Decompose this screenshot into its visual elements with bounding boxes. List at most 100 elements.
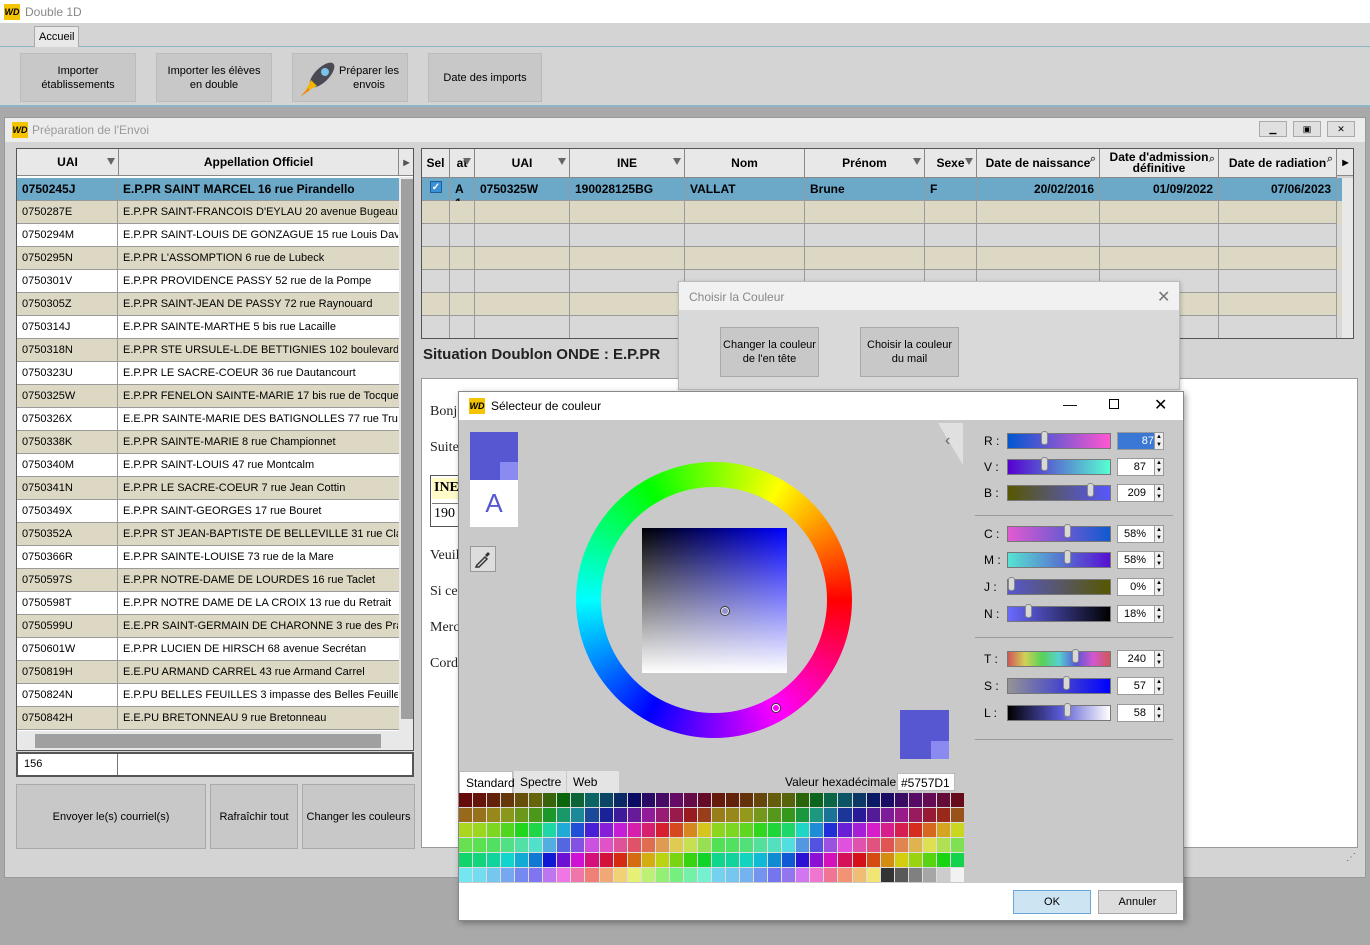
palette-swatch[interactable] <box>880 823 894 837</box>
palette-swatch[interactable] <box>557 823 571 837</box>
table-row[interactable]: 0750599U E.E.PR SAINT-GERMAIN DE CHARONNE… <box>17 615 399 638</box>
vertical-scrollbar[interactable] <box>399 177 413 731</box>
palette-swatch[interactable] <box>852 823 866 837</box>
slider-value-input[interactable]: 58% <box>1117 551 1155 569</box>
col-etat[interactable]: at <box>450 149 475 178</box>
palette-swatch[interactable] <box>501 838 515 852</box>
palette-swatch[interactable] <box>459 808 473 822</box>
tab-spectre[interactable]: Spectre <box>514 771 566 793</box>
palette-swatch[interactable] <box>740 808 754 822</box>
col-sel[interactable]: Sel <box>422 149 450 178</box>
palette-swatch[interactable] <box>838 793 852 807</box>
filter-icon[interactable] <box>673 158 681 165</box>
palette-swatch[interactable] <box>796 868 810 882</box>
palette-swatch[interactable] <box>585 808 599 822</box>
slider-knob[interactable] <box>1008 577 1015 591</box>
palette-swatch[interactable] <box>641 808 655 822</box>
palette-swatch[interactable] <box>529 793 543 807</box>
palette-swatch[interactable] <box>740 853 754 867</box>
spin-arrows-icon[interactable]: ▲ ▼ <box>1154 650 1164 668</box>
change-header-color-button[interactable]: Changer la couleur de l'en tête <box>720 327 819 377</box>
palette-swatch[interactable] <box>768 823 782 837</box>
palette-swatch[interactable] <box>726 793 740 807</box>
palette-swatch[interactable] <box>852 793 866 807</box>
palette-swatch[interactable] <box>711 808 726 822</box>
table-row[interactable]: 0750349X E.P.PR SAINT-GEORGES 17 rue Bour… <box>17 500 399 523</box>
palette-swatch[interactable] <box>669 838 683 852</box>
slider-value-input[interactable]: 57 <box>1117 677 1155 695</box>
close-icon[interactable]: ✕ <box>1327 121 1355 137</box>
refresh-all-button[interactable]: Rafraîchir tout <box>210 784 298 849</box>
slider-knob[interactable] <box>1063 524 1071 538</box>
palette-swatch[interactable] <box>824 793 838 807</box>
palette-swatch[interactable] <box>683 823 697 837</box>
palette-swatch[interactable] <box>754 838 768 852</box>
palette-swatch[interactable] <box>459 838 473 852</box>
hue-cursor[interactable] <box>772 704 780 712</box>
palette-swatch[interactable] <box>894 838 908 852</box>
palette-swatch[interactable] <box>599 808 613 822</box>
palette-swatch[interactable] <box>515 853 529 867</box>
palette-swatch[interactable] <box>782 853 796 867</box>
palette-swatch[interactable] <box>669 823 683 837</box>
palette-swatch[interactable] <box>852 838 866 852</box>
scroll-right-icon[interactable]: ▶ <box>399 149 413 176</box>
spin-arrows-icon[interactable]: ▲ ▼ <box>1154 432 1164 450</box>
palette-swatch[interactable] <box>950 838 964 852</box>
palette-swatch[interactable] <box>571 808 585 822</box>
slider-value-input[interactable]: 87 <box>1117 458 1155 476</box>
ok-button[interactable]: OK <box>1013 890 1091 914</box>
palette-swatch[interactable] <box>641 853 655 867</box>
palette-swatch[interactable] <box>543 868 557 882</box>
spin-arrows-icon[interactable]: ▲ ▼ <box>1154 458 1164 476</box>
palette-swatch[interactable] <box>697 823 711 837</box>
palette-swatch[interactable] <box>669 853 683 867</box>
palette-swatch[interactable] <box>627 853 641 867</box>
palette-swatch[interactable] <box>922 853 936 867</box>
palette-swatch[interactable] <box>740 793 754 807</box>
palette-swatch[interactable] <box>487 808 501 822</box>
palette-swatch[interactable] <box>599 823 613 837</box>
palette-swatch[interactable] <box>487 868 501 882</box>
col-prenom[interactable]: Prénom <box>805 149 925 178</box>
palette-swatch[interactable] <box>613 853 627 867</box>
palette-swatch[interactable] <box>697 793 711 807</box>
preparer-envois-button[interactable]: Préparer les envois <box>292 53 408 102</box>
palette-swatch[interactable] <box>585 838 599 852</box>
spin-arrows-icon[interactable]: ▲ ▼ <box>1154 578 1164 596</box>
palette-swatch[interactable] <box>740 868 754 882</box>
palette-swatch[interactable] <box>557 838 571 852</box>
color-slider[interactable] <box>1007 431 1111 449</box>
table-row[interactable]: 0750352A E.P.PR ST JEAN-BAPTISTE DE BELLE… <box>17 523 399 546</box>
slider-knob[interactable] <box>1062 676 1070 690</box>
palette-swatch[interactable] <box>936 868 950 882</box>
palette-swatch[interactable] <box>866 793 880 807</box>
palette-swatch[interactable] <box>655 853 669 867</box>
palette-swatch[interactable] <box>824 838 838 852</box>
palette-swatch[interactable] <box>459 868 473 882</box>
palette-swatch[interactable] <box>894 793 908 807</box>
palette-swatch[interactable] <box>782 868 796 882</box>
saturation-lightness-square[interactable] <box>642 528 787 673</box>
slider-value-input[interactable]: 58% <box>1117 525 1155 543</box>
table-row[interactable]: 0750597S E.P.PR NOTRE-DAME DE LOURDES 16 … <box>17 569 399 592</box>
col-appellation[interactable]: Appellation Officiel <box>119 149 399 176</box>
sl-cursor[interactable] <box>721 607 729 615</box>
palette-swatch[interactable] <box>740 823 754 837</box>
palette-swatch[interactable] <box>950 793 964 807</box>
palette-swatch[interactable] <box>908 808 922 822</box>
palette-swatch[interactable] <box>922 808 936 822</box>
color-slider[interactable] <box>1007 676 1111 694</box>
spin-arrows-icon[interactable]: ▲ ▼ <box>1154 677 1164 695</box>
table-row[interactable]: 0750601W E.P.PR LUCIEN DE HIRSCH 68 avenu… <box>17 638 399 661</box>
palette-swatch[interactable] <box>754 808 768 822</box>
palette-swatch[interactable] <box>627 808 641 822</box>
slider-knob[interactable] <box>1063 550 1071 564</box>
palette-swatch[interactable] <box>740 838 754 852</box>
palette-swatch[interactable] <box>754 868 768 882</box>
palette-swatch[interactable] <box>613 823 627 837</box>
spin-arrows-icon[interactable]: ▲ ▼ <box>1154 525 1164 543</box>
palette-swatch[interactable] <box>838 808 852 822</box>
palette-swatch[interactable] <box>922 793 936 807</box>
dates-imports-button[interactable]: Date des imports <box>428 53 542 102</box>
